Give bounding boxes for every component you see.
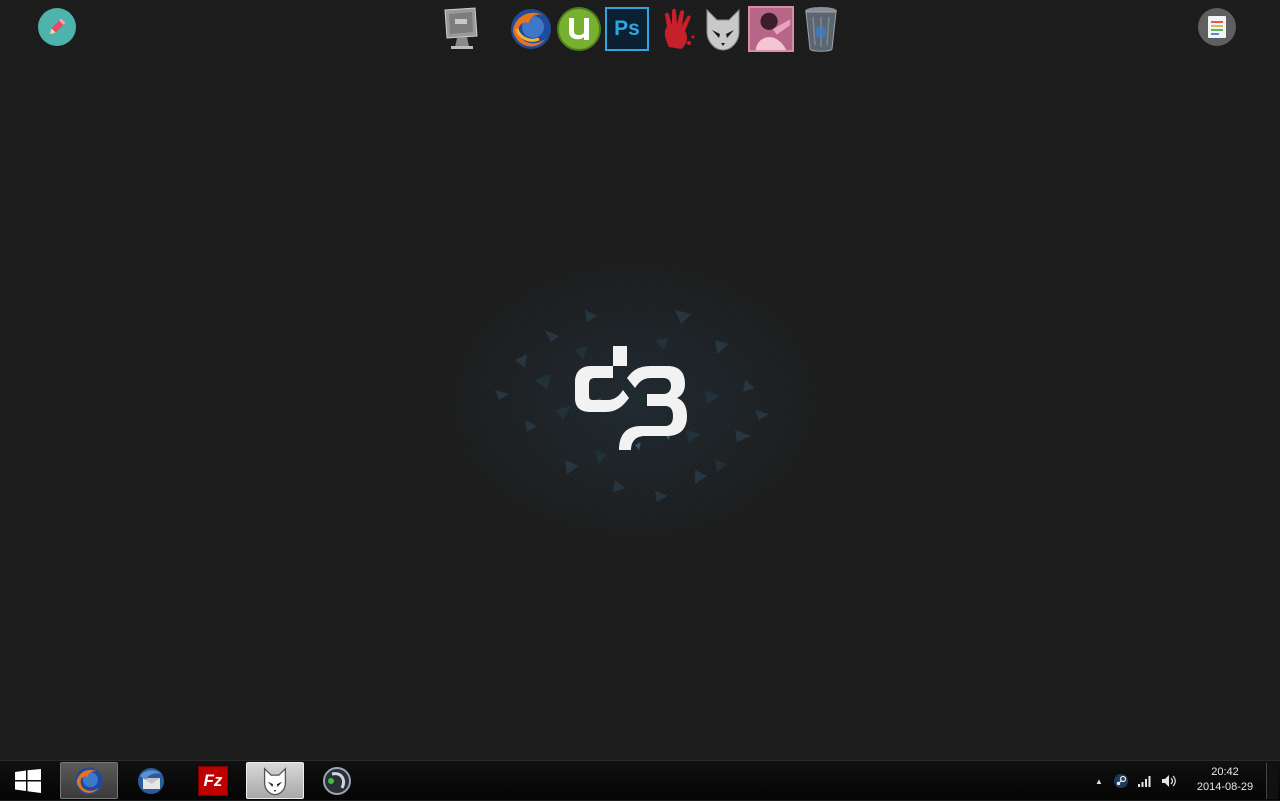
utorrent-icon [557, 7, 601, 51]
start-button[interactable] [8, 765, 48, 797]
photo-thumbnail-icon [748, 6, 794, 52]
clock-time: 20:42 [1211, 766, 1239, 778]
windows-logo-icon [15, 769, 41, 793]
taskbar-button-foobar[interactable] [246, 762, 304, 799]
dock-item-photoshop[interactable]: Ps [604, 4, 650, 54]
desktop: Ps [0, 0, 1280, 760]
dock-item-firefox[interactable] [508, 4, 554, 54]
filezilla-icon: Fz [198, 765, 228, 796]
dock-item-recycle-bin[interactable] [798, 4, 844, 54]
bloody-hand-icon [664, 8, 695, 49]
dock-item-computer[interactable] [438, 4, 484, 54]
notes-launcher-button[interactable] [1198, 8, 1236, 46]
photoshop-icon: Ps [605, 7, 649, 51]
taskbar-button-filezilla[interactable]: Fz [184, 762, 242, 799]
notes-icon [1208, 16, 1226, 38]
clock-date: 2014-08-29 [1196, 781, 1254, 793]
filezilla-label: Fz [203, 770, 223, 790]
steam-icon [1114, 774, 1128, 788]
dock-item-bloody[interactable] [656, 4, 702, 54]
tray-overflow-button[interactable]: ▲ [1090, 773, 1108, 789]
pencil-launcher-button[interactable] [38, 8, 76, 46]
dock-item-photo[interactable] [748, 4, 794, 54]
pencil-icon [49, 18, 66, 35]
taskbar: Fz ▲ 20:42 2014-08-29 [0, 760, 1280, 800]
dock-item-foobar[interactable] [700, 4, 746, 54]
firefox-icon [511, 9, 551, 49]
volume-icon [1162, 775, 1176, 787]
system-tray: ▲ [1090, 761, 1180, 801]
foobar-icon [263, 766, 287, 795]
photoshop-label: Ps [614, 17, 640, 40]
recycle-bin-icon [805, 7, 837, 52]
teamspeak-icon [323, 766, 351, 795]
taskbar-button-firefox[interactable] [60, 762, 118, 799]
firefox-icon [75, 766, 103, 795]
chevron-up-icon: ▲ [1095, 776, 1103, 786]
taskbar-clock[interactable]: 20:42 2014-08-29 [1185, 765, 1265, 797]
taskbar-button-teamspeak[interactable] [308, 762, 366, 799]
computer-icon [444, 7, 478, 49]
tray-steam[interactable] [1112, 773, 1130, 789]
thunderbird-icon [138, 767, 164, 794]
network-signal-icon [1138, 776, 1151, 787]
foobar-icon [706, 8, 740, 51]
show-desktop-button[interactable] [1266, 763, 1278, 799]
tray-network[interactable] [1136, 773, 1154, 789]
wallpaper-logo [455, 270, 815, 530]
tray-volume[interactable] [1160, 773, 1178, 789]
dock-item-utorrent[interactable] [556, 4, 602, 54]
taskbar-button-thunderbird[interactable] [122, 762, 180, 799]
db-logo-icon [495, 310, 769, 502]
